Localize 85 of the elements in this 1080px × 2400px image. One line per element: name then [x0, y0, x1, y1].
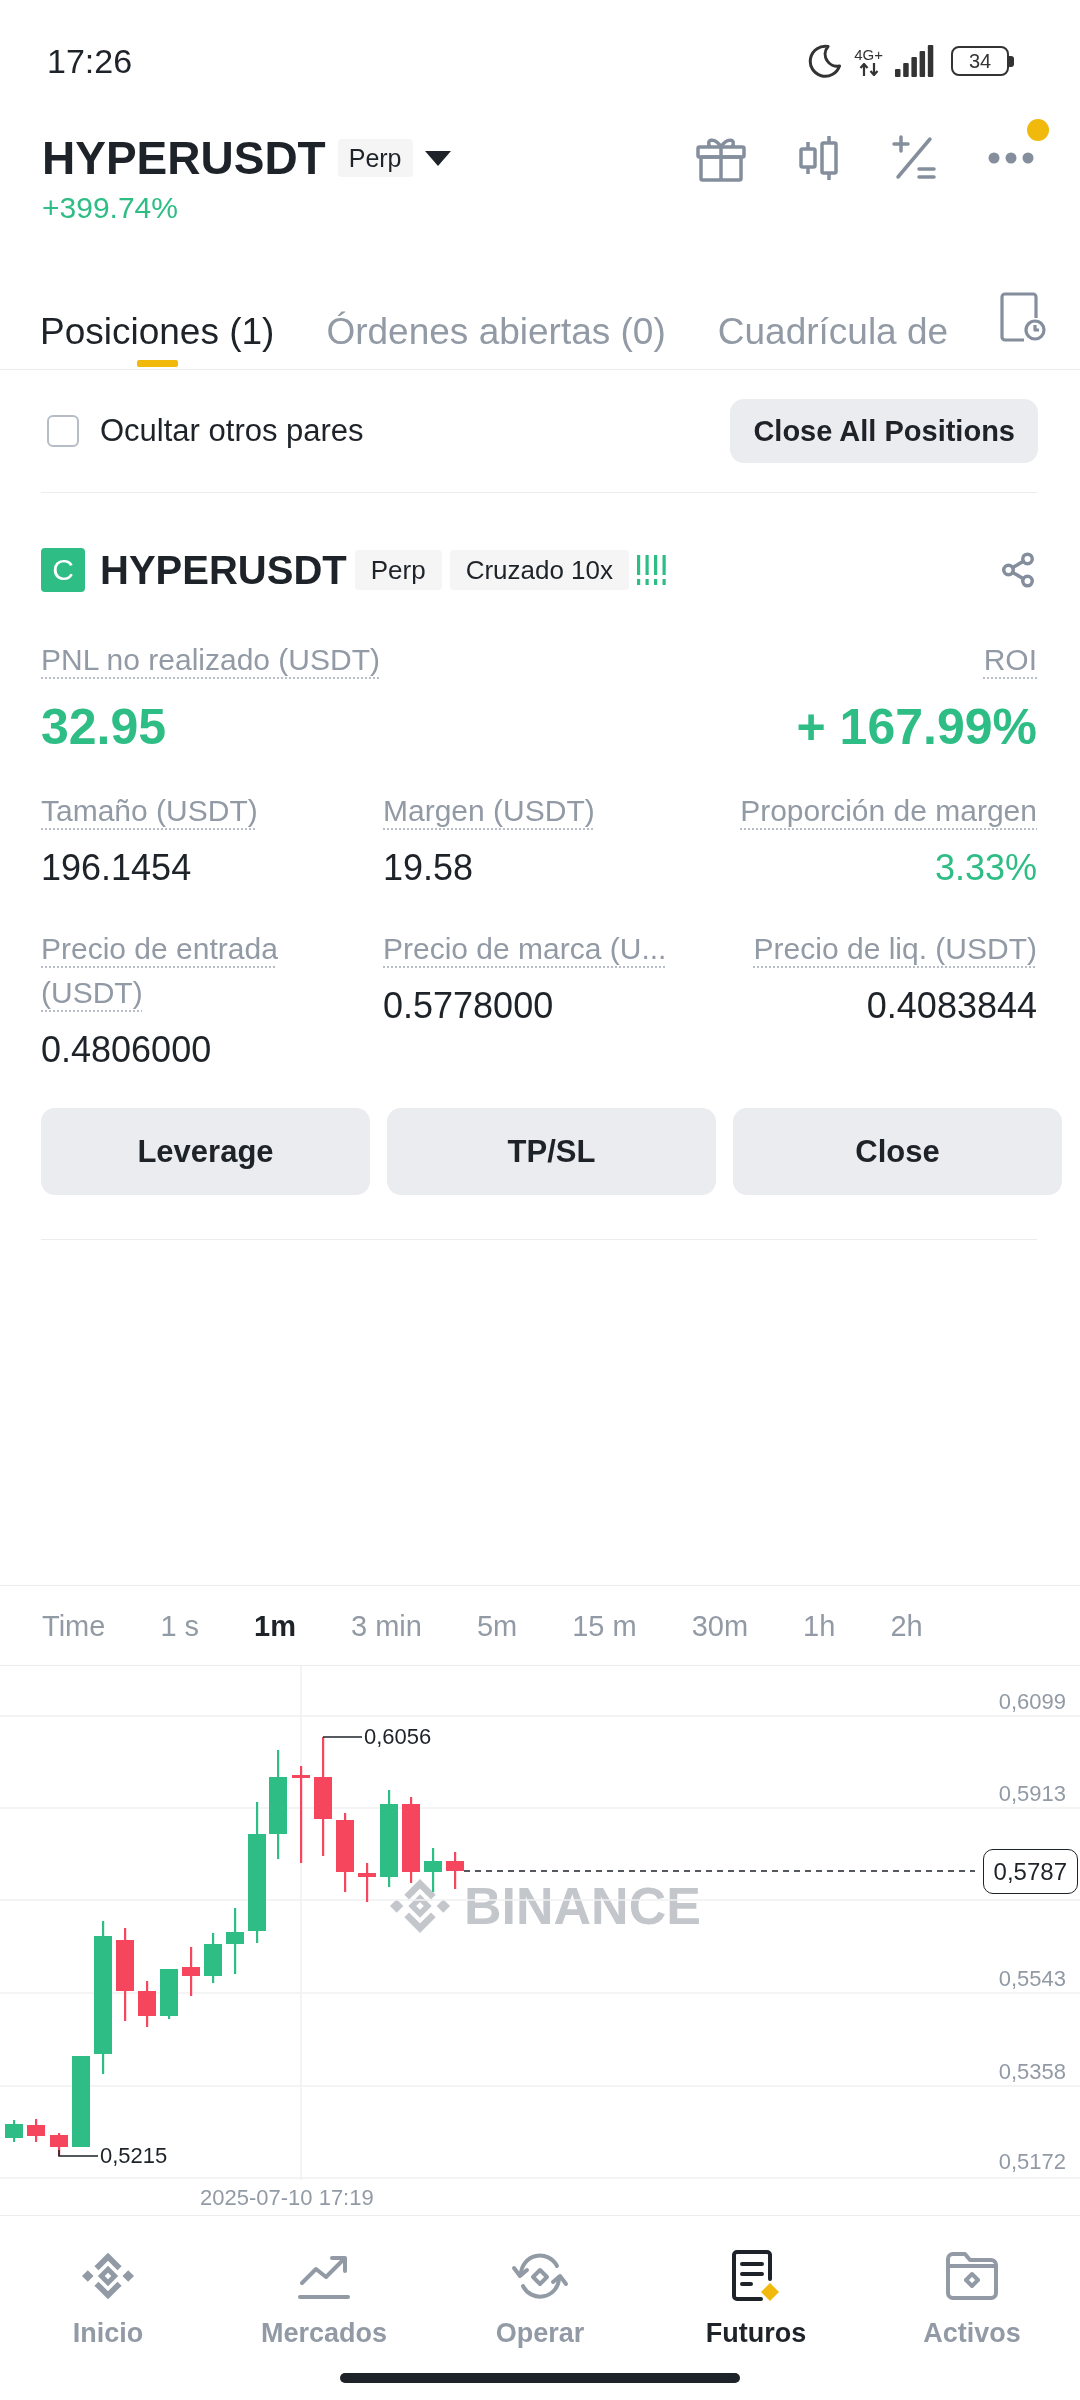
- last-price-tag: 0,5787: [982, 1849, 1078, 1894]
- field-value: 0.5778000: [383, 986, 554, 1026]
- interval-tab[interactable]: 2h: [890, 1607, 923, 1644]
- interval-tab[interactable]: 1 s: [160, 1607, 200, 1644]
- interval-tab[interactable]: 30m: [691, 1607, 749, 1644]
- roi-label: ROI: [983, 642, 1037, 678]
- interval-tab[interactable]: 1m: [254, 1607, 296, 1644]
- wallet-icon: [945, 2251, 999, 2301]
- swap-arrows-icon: [511, 2250, 569, 2302]
- nav-tab[interactable]: Operar: [432, 2216, 648, 2348]
- candle: [5, 2120, 23, 2142]
- tab[interactable]: Cuadrícula de: [717, 297, 949, 367]
- roi-value: + 167.99%: [796, 699, 1037, 755]
- plus-minus-icon[interactable]: [892, 135, 936, 181]
- caret-down-icon[interactable]: [424, 150, 451, 166]
- document-clock-icon[interactable]: [1000, 292, 1047, 342]
- checkbox[interactable]: [47, 415, 79, 447]
- candle: [424, 1848, 442, 1892]
- pnl-value: 32.95: [41, 699, 167, 755]
- checkbox-label: Ocultar otros pares: [100, 413, 364, 449]
- axis-label: 0,5913: [998, 1781, 1066, 1807]
- leader-line: [58, 2149, 99, 2157]
- interval-tab[interactable]: 1h: [803, 1607, 836, 1644]
- more-icon[interactable]: [988, 152, 1034, 164]
- pnl-label: PNL no realizado (USDT): [41, 642, 380, 678]
- tab[interactable]: Órdenes abiertas (0): [326, 297, 666, 367]
- candle: [160, 1969, 178, 2019]
- tab[interactable]: Posiciones (1): [40, 297, 275, 367]
- field-value: 196.1454: [41, 848, 192, 888]
- network-type: 4G+: [854, 46, 883, 62]
- data-arrows-icon: [858, 62, 879, 76]
- field-value: 3.33%: [934, 848, 1037, 888]
- field-value: 0.4083844: [866, 986, 1037, 1026]
- field-value: 0.4806000: [41, 1030, 212, 1070]
- axis-label: 0,5358: [998, 2059, 1066, 2085]
- contract-tag: Perp: [337, 139, 413, 177]
- candle: [27, 2119, 45, 2142]
- action-button[interactable]: Leverage: [41, 1108, 370, 1195]
- watermark-text: BINANCE: [464, 1876, 701, 1936]
- nav-tab[interactable]: Futuros: [648, 2216, 864, 2348]
- margin-mode-badge: C: [41, 548, 85, 592]
- action-button[interactable]: Close: [733, 1108, 1062, 1195]
- signal-icon: [895, 45, 935, 77]
- action-button[interactable]: TP/SL: [387, 1108, 716, 1195]
- position-symbol: HYPERUSDT: [100, 547, 347, 593]
- nav-tab[interactable]: Activos: [864, 2216, 1080, 2348]
- pair-symbol: HYPERUSDT: [42, 134, 326, 182]
- battery-indicator: 34: [951, 46, 1014, 76]
- position-tag: Cruzado 10x: [449, 550, 630, 590]
- nav-tab[interactable]: Mercados: [216, 2216, 432, 2348]
- low-price-label: 0,5215: [100, 2143, 168, 2169]
- candlestick-icon[interactable]: [798, 134, 840, 182]
- axis-label: 0,6099: [998, 1689, 1066, 1715]
- document-icon: [731, 2249, 781, 2303]
- field-value: 19.58: [383, 848, 474, 888]
- candle: [204, 1933, 222, 1983]
- time-axis-label: 2025-07-10 17:19: [200, 2184, 374, 2211]
- high-price-label: 0,6056: [364, 1724, 432, 1750]
- interval-tab[interactable]: 5m: [476, 1607, 518, 1644]
- interval-tab[interactable]: 3 min: [351, 1607, 422, 1644]
- candle: [358, 1863, 376, 1902]
- price-change: +399.74%: [42, 190, 178, 226]
- field-label: Precio de entrada (USDT): [41, 931, 279, 1011]
- field-label: Precio de liq. (USDT): [753, 931, 1037, 967]
- share-icon[interactable]: [999, 551, 1037, 589]
- candle: [138, 1981, 156, 2027]
- position-tag: Perp: [354, 550, 442, 590]
- interval-tab[interactable]: 15 m: [572, 1607, 637, 1644]
- field-label: Margen (USDT): [383, 793, 595, 829]
- diamond-logo-icon: [82, 2250, 134, 2302]
- interval-tab[interactable]: Time: [42, 1607, 106, 1644]
- field-label: Proporción de margen: [740, 793, 1037, 829]
- status-time: 17:26: [47, 41, 133, 81]
- field-label: Precio de marca (U...: [383, 931, 667, 967]
- nav-tab[interactable]: Inicio: [0, 2216, 216, 2348]
- field-label: Tamaño (USDT): [41, 793, 258, 829]
- margin-bars-icon: [637, 555, 669, 585]
- candle: [182, 1947, 200, 1996]
- candle: [226, 1908, 244, 1974]
- axis-label: 0,5172: [998, 2149, 1066, 2175]
- candle: [446, 1852, 464, 1889]
- leader-line: [322, 1736, 363, 1738]
- moon-icon: [808, 44, 843, 78]
- axis-label: 0,5543: [998, 1966, 1066, 1992]
- close-all-button[interactable]: Close All Positions: [730, 399, 1038, 463]
